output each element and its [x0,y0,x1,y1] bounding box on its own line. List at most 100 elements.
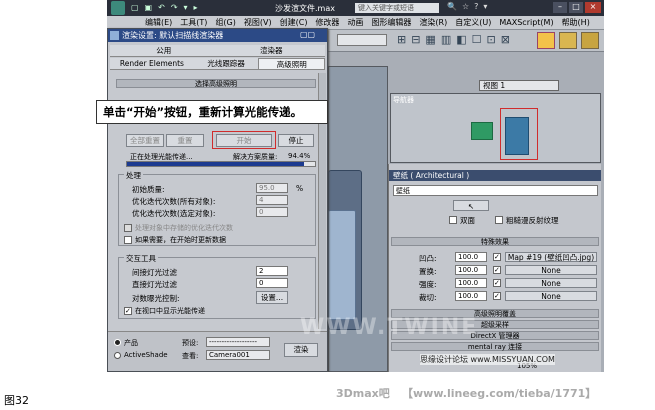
app-logo-icon[interactable] [111,1,125,15]
setup-button[interactable]: 设置... [256,291,288,304]
process-stored-label: 处理对象中存储的优化迭代次数 [135,224,233,232]
tab-render-elements[interactable]: Render Elements [110,58,194,69]
process-stored-checkbox[interactable] [124,224,132,232]
figure-caption: 图32 [4,394,29,407]
special-effects-rollup[interactable]: 特殊效果 [391,237,599,246]
fx-row-value[interactable]: 100.0 [455,291,487,301]
stop-button[interactable]: 停止 [278,134,314,147]
tab-renderer[interactable]: 渲染器 [218,45,326,56]
progress-fill [127,162,304,166]
navigator-viewport[interactable]: 导航器 [390,93,601,163]
activeshade-label: ActiveShade [124,351,168,359]
tab-raytracer[interactable]: 光线跟踪器 [194,58,259,69]
navigator-label: 导航器 [393,96,414,104]
dialog-icon [110,31,119,40]
menu-item[interactable]: 图形编辑器 [371,16,411,29]
two-sided-checkbox[interactable] [449,216,457,224]
fx-row-checkbox[interactable]: ✓ [493,253,501,261]
toolbar-icons[interactable]: ⊞⊟▦▥◧☐⊡⊠ [397,33,515,46]
material-name-input[interactable]: 壁纸 [393,185,598,196]
material-header: 壁纸 ( Architectural ) [389,170,601,181]
close-icon[interactable]: × [585,2,601,13]
quick-access-toolbar[interactable]: ▢▣↶↷▾▸ [131,3,241,13]
fx-row-label: 凹凸: [419,254,437,263]
reset-all-button[interactable]: 全部重置 [126,134,164,147]
tab-advanced-lighting[interactable]: 高级照明 [258,58,325,69]
pick-material-button[interactable]: ↖ [453,200,489,211]
select-advanced-lighting-rollup[interactable]: 选择高级照明 [116,79,316,88]
green-plane [471,122,493,140]
fx-row-value[interactable]: 100.0 [455,252,487,262]
refine-selected-field[interactable]: 0 [256,207,288,217]
fx-row-map-button[interactable]: None [505,265,597,275]
product-label: 产品 [124,339,138,347]
menu-item[interactable]: 渲染(R) [419,16,447,29]
teapot-icon[interactable] [559,32,577,49]
material-header-label: 壁纸 ( Architectural ) [393,171,470,180]
direct-filter-field[interactable]: 0 [256,278,288,288]
fx-row-value[interactable]: 100.0 [455,278,487,288]
dialog-window-buttons[interactable]: ▢▢ [300,30,315,39]
fx-row-label: 置换: [419,267,437,276]
view-dropdown[interactable]: 视图 1 [479,80,559,91]
menu-item[interactable]: MAXScript(M) [499,16,553,29]
refine-all-field[interactable]: 4 [256,195,288,205]
refine-selected-label: 优化迭代次数(选定对象): [132,209,216,218]
preset-label: 预设: [182,339,199,347]
watermark-diagonal: WWW.TWINE [300,315,479,340]
help-icons[interactable]: 🔍☆?▾ [447,2,492,11]
two-sided-label: 双面 [460,216,475,225]
reset-button[interactable]: 重置 [166,134,204,147]
rough-diffuse-label: 粗糙漫反射纹理 [506,216,559,225]
indirect-filter-field[interactable]: 2 [256,266,288,276]
start-highlight [212,131,276,149]
product-radio[interactable] [114,339,121,346]
rollup-title: 选择高级照明 [195,80,237,88]
camera-dropdown[interactable]: Camera001 [206,350,270,360]
view-label: 查看: [182,352,199,360]
activeshade-radio[interactable] [114,352,121,359]
watermark-site: 思缘设计论坛 www.MISSYUAN.COM [420,354,555,365]
display-in-viewport-label: 在视口中显示光能传递 [135,307,205,315]
tab-common[interactable]: 公用 [110,45,218,56]
search-input[interactable]: 键入关键字或短语 [355,3,439,13]
dialog-title: 渲染设置: 默认扫描线渲染器 [108,29,327,42]
collapsed-rollup[interactable]: mental ray 连接 [391,342,599,351]
menu-item[interactable]: 动画 [347,16,363,29]
interactive-tools-title: 交互工具 [124,253,158,264]
fx-row-checkbox[interactable]: ✓ [493,266,501,274]
refine-all-label: 优化迭代次数(所有对象): [132,197,216,206]
progress-bar [126,161,316,167]
fx-row-value[interactable]: 100.0 [455,265,487,275]
fx-row-label: 强度: [419,280,437,289]
highlight-box [500,108,538,160]
instruction-callout: 单击“开始”按钮，重新计算光能传递。 [96,100,328,124]
quality-value: 94.4% [288,152,311,160]
render-setup-dialog: 渲染设置: 默认扫描线渲染器 ▢▢ 公用 渲染器 Render Elements… [107,28,328,372]
render-icon[interactable] [537,32,555,49]
tabs-row-2: Render Elements 光线跟踪器 高级照明 [110,58,325,70]
fx-row-checkbox[interactable]: ✓ [493,292,501,300]
direct-filter-label: 直接灯光过滤 [132,280,177,289]
title-bar: ▢▣↶↷▾▸ 沙发渲文件.max 键入关键字或短语 🔍☆?▾ – □ × [107,0,604,16]
fx-row-map-button[interactable]: Map #19 (壁纸凹凸.jpg) [505,252,597,262]
material-panel: 壁纸 ( Architectural ) 壁纸 ↖ 双面 粗糙漫反射纹理 特殊效… [388,164,601,372]
processing-title: 处理 [124,170,143,181]
menu-item[interactable]: 自定义(U) [455,16,491,29]
minimize-icon[interactable]: – [553,2,567,13]
window-title: 沙发渲文件.max [275,4,335,13]
fx-row-map-button[interactable]: None [505,291,597,301]
render-button[interactable]: 渲染 [284,343,318,357]
menu-item[interactable]: 帮助(H) [562,16,590,29]
toolbar-dropdown[interactable] [337,34,387,46]
fx-row-checkbox[interactable]: ✓ [493,279,501,287]
render-frame-icon[interactable] [581,32,599,49]
maximize-icon[interactable]: □ [569,2,583,13]
update-data-checkbox[interactable] [124,236,132,244]
display-in-viewport-checkbox[interactable]: ✓ [124,307,132,315]
rough-diffuse-checkbox[interactable] [495,216,503,224]
initial-quality-field[interactable]: 95.0 [256,183,288,193]
preset-dropdown[interactable]: ------------------- [206,337,270,347]
special-effects-title: 特殊效果 [481,238,509,246]
fx-row-map-button[interactable]: None [505,278,597,288]
